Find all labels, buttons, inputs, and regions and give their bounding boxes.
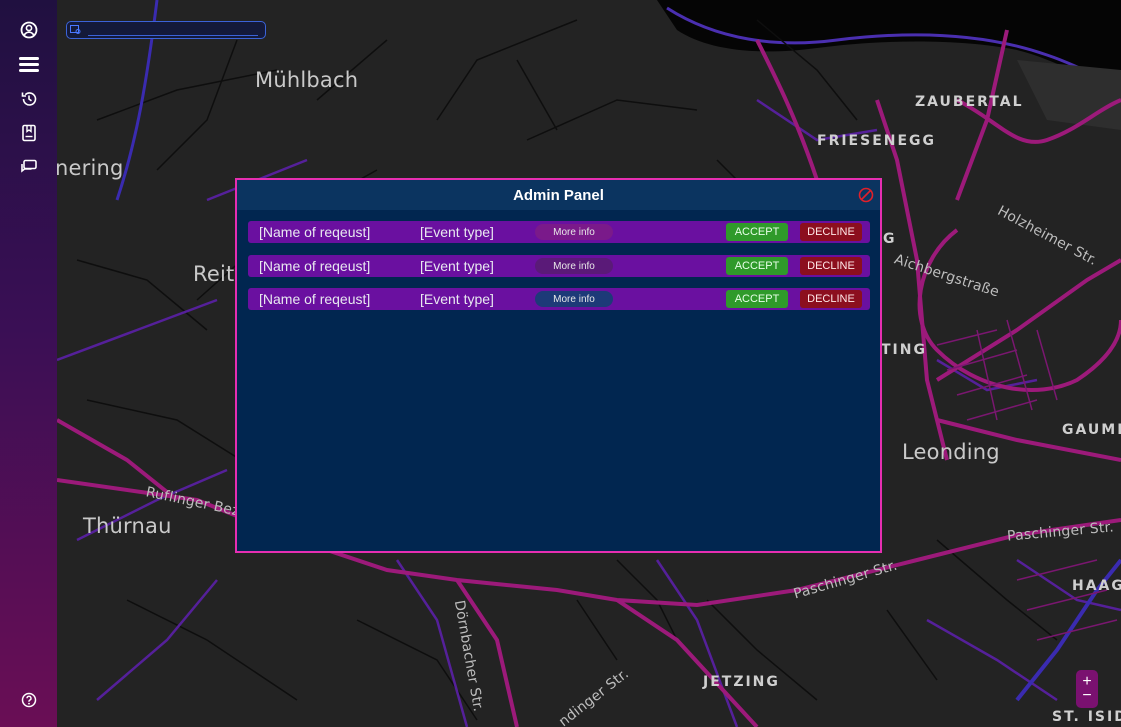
more-info-button[interactable]: More info [535,291,613,307]
request-name: [Name of reqeust] [259,291,371,307]
place-label: Reit [193,262,235,286]
zoom-control: + − [1076,670,1098,708]
user-icon[interactable] [14,15,44,45]
request-row: [Name of reqeust] [Event type] More info… [248,221,870,243]
more-info-button[interactable]: More info [535,258,613,274]
help-icon[interactable] [14,685,44,715]
more-info-button[interactable]: More info [535,224,613,240]
request-name: [Name of reqeust] [259,224,371,240]
place-label: G [883,231,897,247]
admin-panel-header: Admin Panel [237,180,880,210]
place-label: HAAG [1072,578,1121,594]
place-label: TING [881,342,927,358]
accept-button[interactable]: ACCEPT [726,290,788,308]
history-icon[interactable] [14,84,44,114]
search-input[interactable] [88,24,258,36]
request-name: [Name of reqeust] [259,258,371,274]
place-label: GAUMI [1062,422,1121,438]
place-label: FRIESENEGG [817,133,937,149]
decline-button[interactable]: DECLINE [800,223,862,241]
accept-button[interactable]: ACCEPT [726,223,788,241]
place-label: Thürnau [83,514,172,538]
place-label: Mühlbach [255,68,359,92]
decline-button[interactable]: DECLINE [800,257,862,275]
decline-button[interactable]: DECLINE [800,290,862,308]
place-label: ZAUBERTAL [915,94,1024,110]
search-icon [70,25,81,34]
place-label: nering [57,156,124,180]
bookmark-icon[interactable] [14,118,44,148]
zoom-out-button[interactable]: − [1082,688,1091,704]
search-bar [66,21,266,39]
admin-panel: Admin Panel [Name of reqeust] [Event typ… [235,178,882,553]
request-event-type: [Event type] [420,291,494,307]
request-row: [Name of reqeust] [Event type] More info… [248,288,870,310]
close-icon[interactable] [858,187,874,203]
admin-panel-title: Admin Panel [513,186,604,204]
place-label: Leonding [902,440,1000,464]
menu-icon[interactable] [14,49,44,79]
chat-icon[interactable] [14,152,44,182]
request-event-type: [Event type] [420,224,494,240]
sidebar [0,0,58,727]
request-row: [Name of reqeust] [Event type] More info… [248,255,870,277]
accept-button[interactable]: ACCEPT [726,257,788,275]
place-label: JETZING [703,674,780,690]
place-label: ST. ISID [1052,709,1121,725]
request-event-type: [Event type] [420,258,494,274]
